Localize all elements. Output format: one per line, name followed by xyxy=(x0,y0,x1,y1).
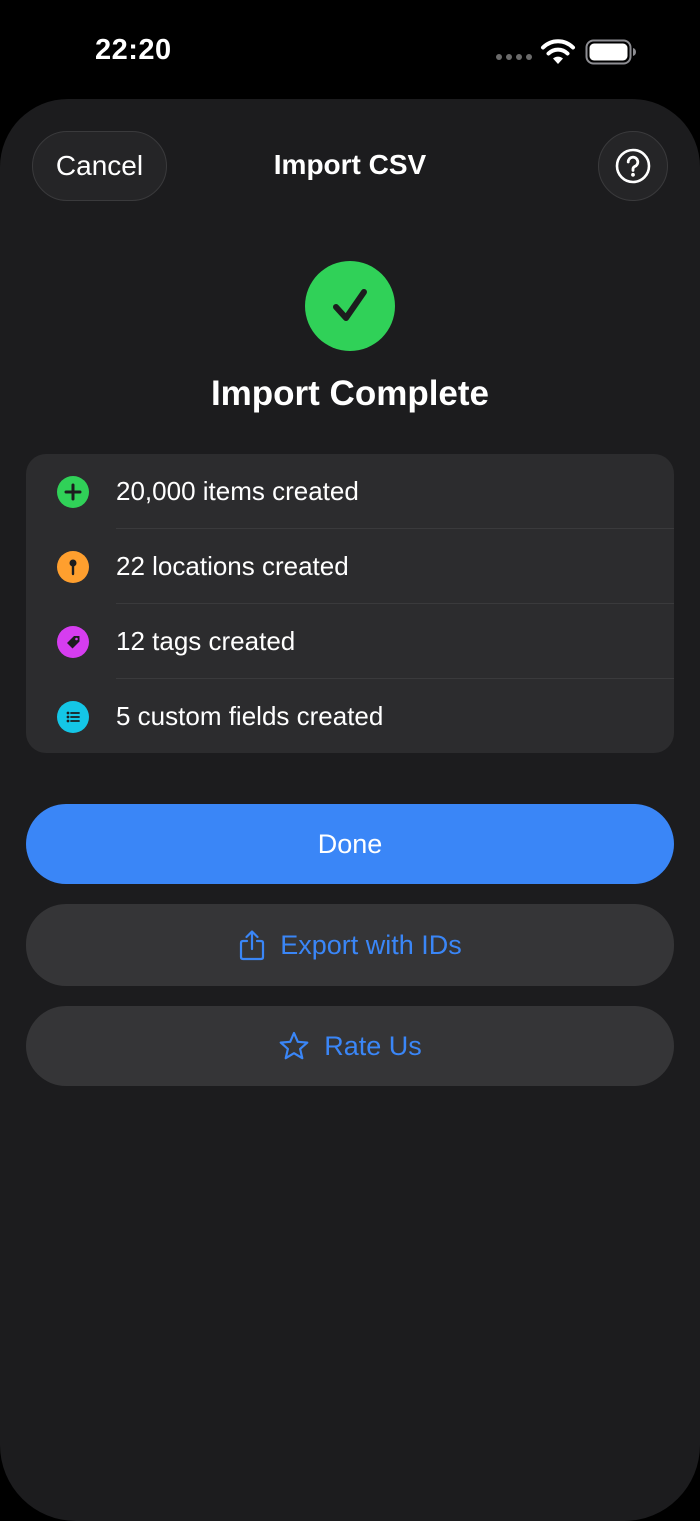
battery-icon xyxy=(585,39,636,65)
status-time: 22:20 xyxy=(95,34,172,66)
import-complete-heading: Import Complete xyxy=(210,374,490,413)
rate-button-label: Rate Us xyxy=(324,1030,422,1061)
signal-dots-icon xyxy=(496,54,532,62)
question-circle-icon xyxy=(615,148,651,184)
list-circle-icon xyxy=(57,701,89,733)
page-title: Import CSV xyxy=(273,149,427,180)
share-icon xyxy=(238,929,266,961)
export-button-label: Export with IDs xyxy=(280,929,462,960)
plus-circle-icon xyxy=(57,476,89,508)
rate-us-button[interactable]: Rate Us xyxy=(26,1006,674,1086)
summary-label: 5 custom fields created xyxy=(116,701,384,731)
summary-label: 22 locations created xyxy=(116,551,349,581)
summary-label: 12 tags created xyxy=(116,626,296,656)
summary-row-custom-fields: 5 custom fields created xyxy=(26,679,674,753)
done-button-label: Done xyxy=(317,828,383,859)
summary-row-items: 20,000 items created xyxy=(26,454,674,529)
export-with-ids-button[interactable]: Export with IDs xyxy=(26,904,674,986)
checkmark-circle-icon xyxy=(305,261,395,351)
summary-label: 20,000 items created xyxy=(116,476,359,506)
import-sheet: Cancel Import CSV Import Complete 20,000… xyxy=(0,99,700,1521)
import-summary-card: 20,000 items created 22 locations create… xyxy=(26,454,674,753)
help-button[interactable] xyxy=(598,131,668,201)
status-bar: 22:20 xyxy=(0,0,700,100)
done-button[interactable]: Done xyxy=(26,804,674,884)
star-icon xyxy=(278,1030,310,1062)
summary-row-locations: 22 locations created xyxy=(26,529,674,604)
tag-circle-icon xyxy=(57,626,89,658)
pin-circle-icon xyxy=(57,551,89,583)
summary-row-tags: 12 tags created xyxy=(26,604,674,679)
wifi-icon xyxy=(541,39,575,64)
